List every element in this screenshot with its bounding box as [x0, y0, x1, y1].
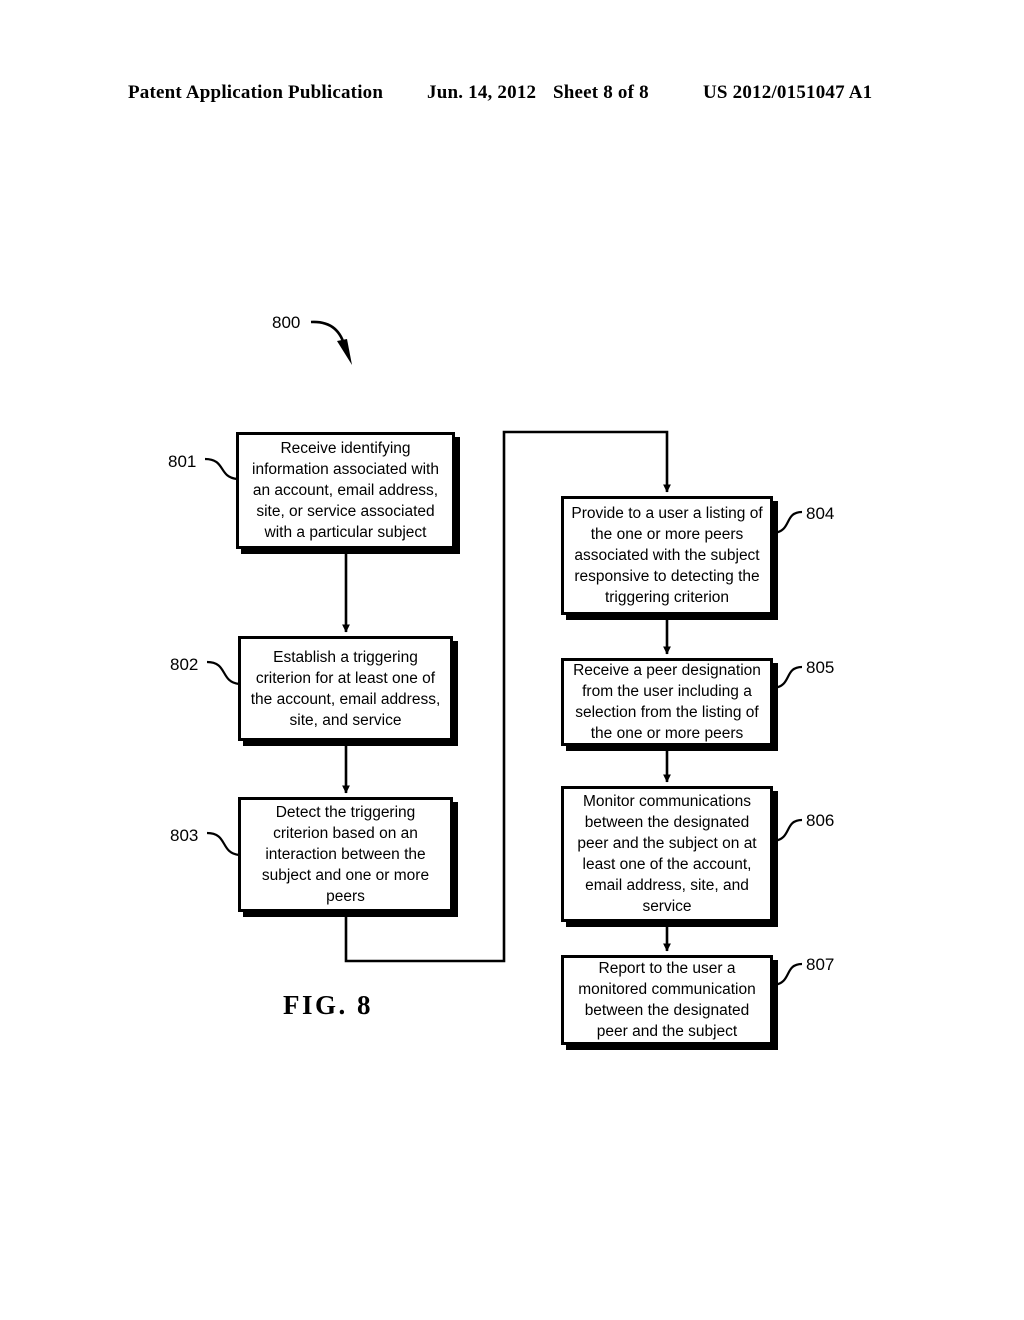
process-box-805-text: Receive a peer designation from the user…: [573, 662, 761, 742]
process-box-802: Establish a triggering criterion for at …: [238, 636, 453, 741]
process-box-806-text: Monitor communications between the desig…: [577, 793, 757, 915]
process-box-801-text: Receive identifying information associat…: [252, 440, 439, 541]
reference-numeral-804: 804: [806, 504, 835, 523]
figure-caption: FIG. 8: [283, 990, 374, 1020]
reference-numeral-806: 806: [806, 811, 835, 830]
reference-numeral-807: 807: [806, 955, 835, 974]
diagram-label-pointer: [310, 320, 352, 365]
leader-line-802: [206, 660, 240, 686]
process-box-804: Provide to a user a listing of the one o…: [561, 496, 773, 615]
reference-numeral-805: 805: [806, 658, 835, 677]
leader-line-807: [773, 962, 803, 987]
reference-numeral-800: 800: [272, 313, 301, 332]
leader-line-806: [773, 818, 803, 843]
process-box-807: Report to the user a monitored communica…: [561, 955, 773, 1045]
process-box-804-text: Provide to a user a listing of the one o…: [571, 505, 763, 606]
leader-line-801: [204, 457, 238, 481]
process-box-806: Monitor communications between the desig…: [561, 786, 773, 922]
reference-numeral-801: 801: [168, 452, 197, 471]
process-box-801: Receive identifying information associat…: [236, 432, 455, 549]
leader-line-805: [773, 665, 803, 690]
leader-line-803: [206, 831, 240, 857]
process-box-805: Receive a peer designation from the user…: [561, 658, 773, 746]
figure-canvas: Receive identifying information associat…: [0, 0, 1024, 1320]
leader-line-804: [773, 510, 803, 535]
process-box-802-text: Establish a triggering criterion for at …: [250, 648, 441, 729]
reference-numeral-803: 803: [170, 826, 199, 845]
reference-numeral-802: 802: [170, 655, 199, 674]
process-box-803: Detect the triggering criterion based on…: [238, 797, 453, 912]
process-box-807-text: Report to the user a monitored communica…: [578, 960, 756, 1040]
process-box-803-text: Detect the triggering criterion based on…: [261, 804, 430, 905]
flowchart-connectors: [204, 320, 803, 987]
